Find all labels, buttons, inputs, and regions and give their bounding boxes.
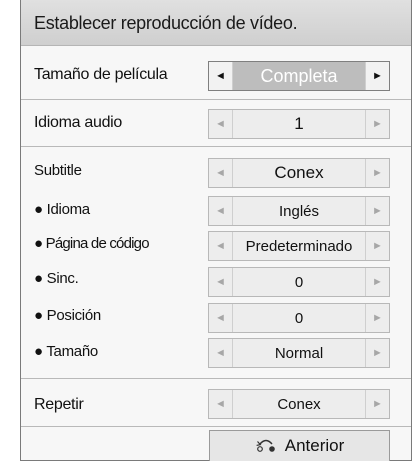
subtitle-size-selector[interactable]: ◄ Normal ► [208,338,390,368]
audio-language-value: 1 [294,114,304,133]
left-arrow-icon[interactable]: ◄ [209,232,233,260]
sync-label: ● Sinc. [34,270,79,287]
movie-size-value: Completa [233,62,365,90]
audio-language-label: Idioma audio [34,114,123,131]
back-button[interactable]: Anterior [209,430,390,461]
divider [21,146,411,147]
sync-selector[interactable]: ◄ 0 ► [208,267,390,297]
subtitle-size-label: ● Tamaño [34,343,98,360]
right-arrow-icon[interactable]: ► [365,197,389,225]
subtitle-value: Conex [274,163,324,182]
left-arrow-icon[interactable]: ◄ [209,110,233,138]
left-arrow-icon[interactable]: ◄ [209,159,233,187]
repeat-label: Repetir [34,396,84,413]
left-arrow-icon[interactable]: ◄ [209,62,233,90]
position-label: ● Posición [34,307,101,324]
movie-size-label: Tamaño de película [34,66,168,83]
subtitle-language-label: ● Idioma [34,201,90,218]
code-page-value: Predeterminado [245,237,353,255]
right-arrow-icon[interactable]: ► [365,159,389,187]
divider [21,99,411,100]
right-arrow-icon[interactable]: ► [365,390,389,418]
code-page-selector[interactable]: ◄ Predeterminado ► [208,231,390,261]
subtitle-label: Subtitle [34,162,82,179]
sync-value: 0 [294,273,304,291]
audio-language-selector[interactable]: ◄ 1 ► [208,109,390,139]
back-button-label: Anterior [284,436,345,455]
right-arrow-icon[interactable]: ► [365,268,389,296]
left-arrow-icon[interactable]: ◄ [209,339,233,367]
video-playback-settings-panel: Establecer reproducción de vídeo. Tamaño… [20,0,412,461]
return-arrow-icon [256,439,275,452]
position-value: 0 [294,309,304,327]
repeat-selector[interactable]: ◄ Conex ► [208,389,390,419]
right-arrow-icon[interactable]: ► [365,62,389,90]
divider [21,378,411,379]
repeat-value: Conex [277,395,321,413]
right-arrow-icon[interactable]: ► [365,304,389,332]
right-arrow-icon[interactable]: ► [365,339,389,367]
movie-size-selector[interactable]: ◄ Completa ► [208,61,390,91]
panel-title: Establecer reproducción de vídeo. [34,13,298,33]
title-bar: Establecer reproducción de vídeo. [21,0,411,46]
divider [21,426,411,427]
right-arrow-icon[interactable]: ► [365,232,389,260]
subtitle-size-value: Normal [274,344,324,362]
position-selector[interactable]: ◄ 0 ► [208,303,390,333]
left-arrow-icon[interactable]: ◄ [209,197,233,225]
code-page-label: ● Página de código [34,235,150,252]
left-arrow-icon[interactable]: ◄ [209,390,233,418]
left-arrow-icon[interactable]: ◄ [209,304,233,332]
left-arrow-icon[interactable]: ◄ [209,268,233,296]
subtitle-selector[interactable]: ◄ Conex ► [208,158,390,188]
subtitle-language-value: Inglés [278,202,320,220]
right-arrow-icon[interactable]: ► [365,110,389,138]
subtitle-language-selector[interactable]: ◄ Inglés ► [208,196,390,226]
